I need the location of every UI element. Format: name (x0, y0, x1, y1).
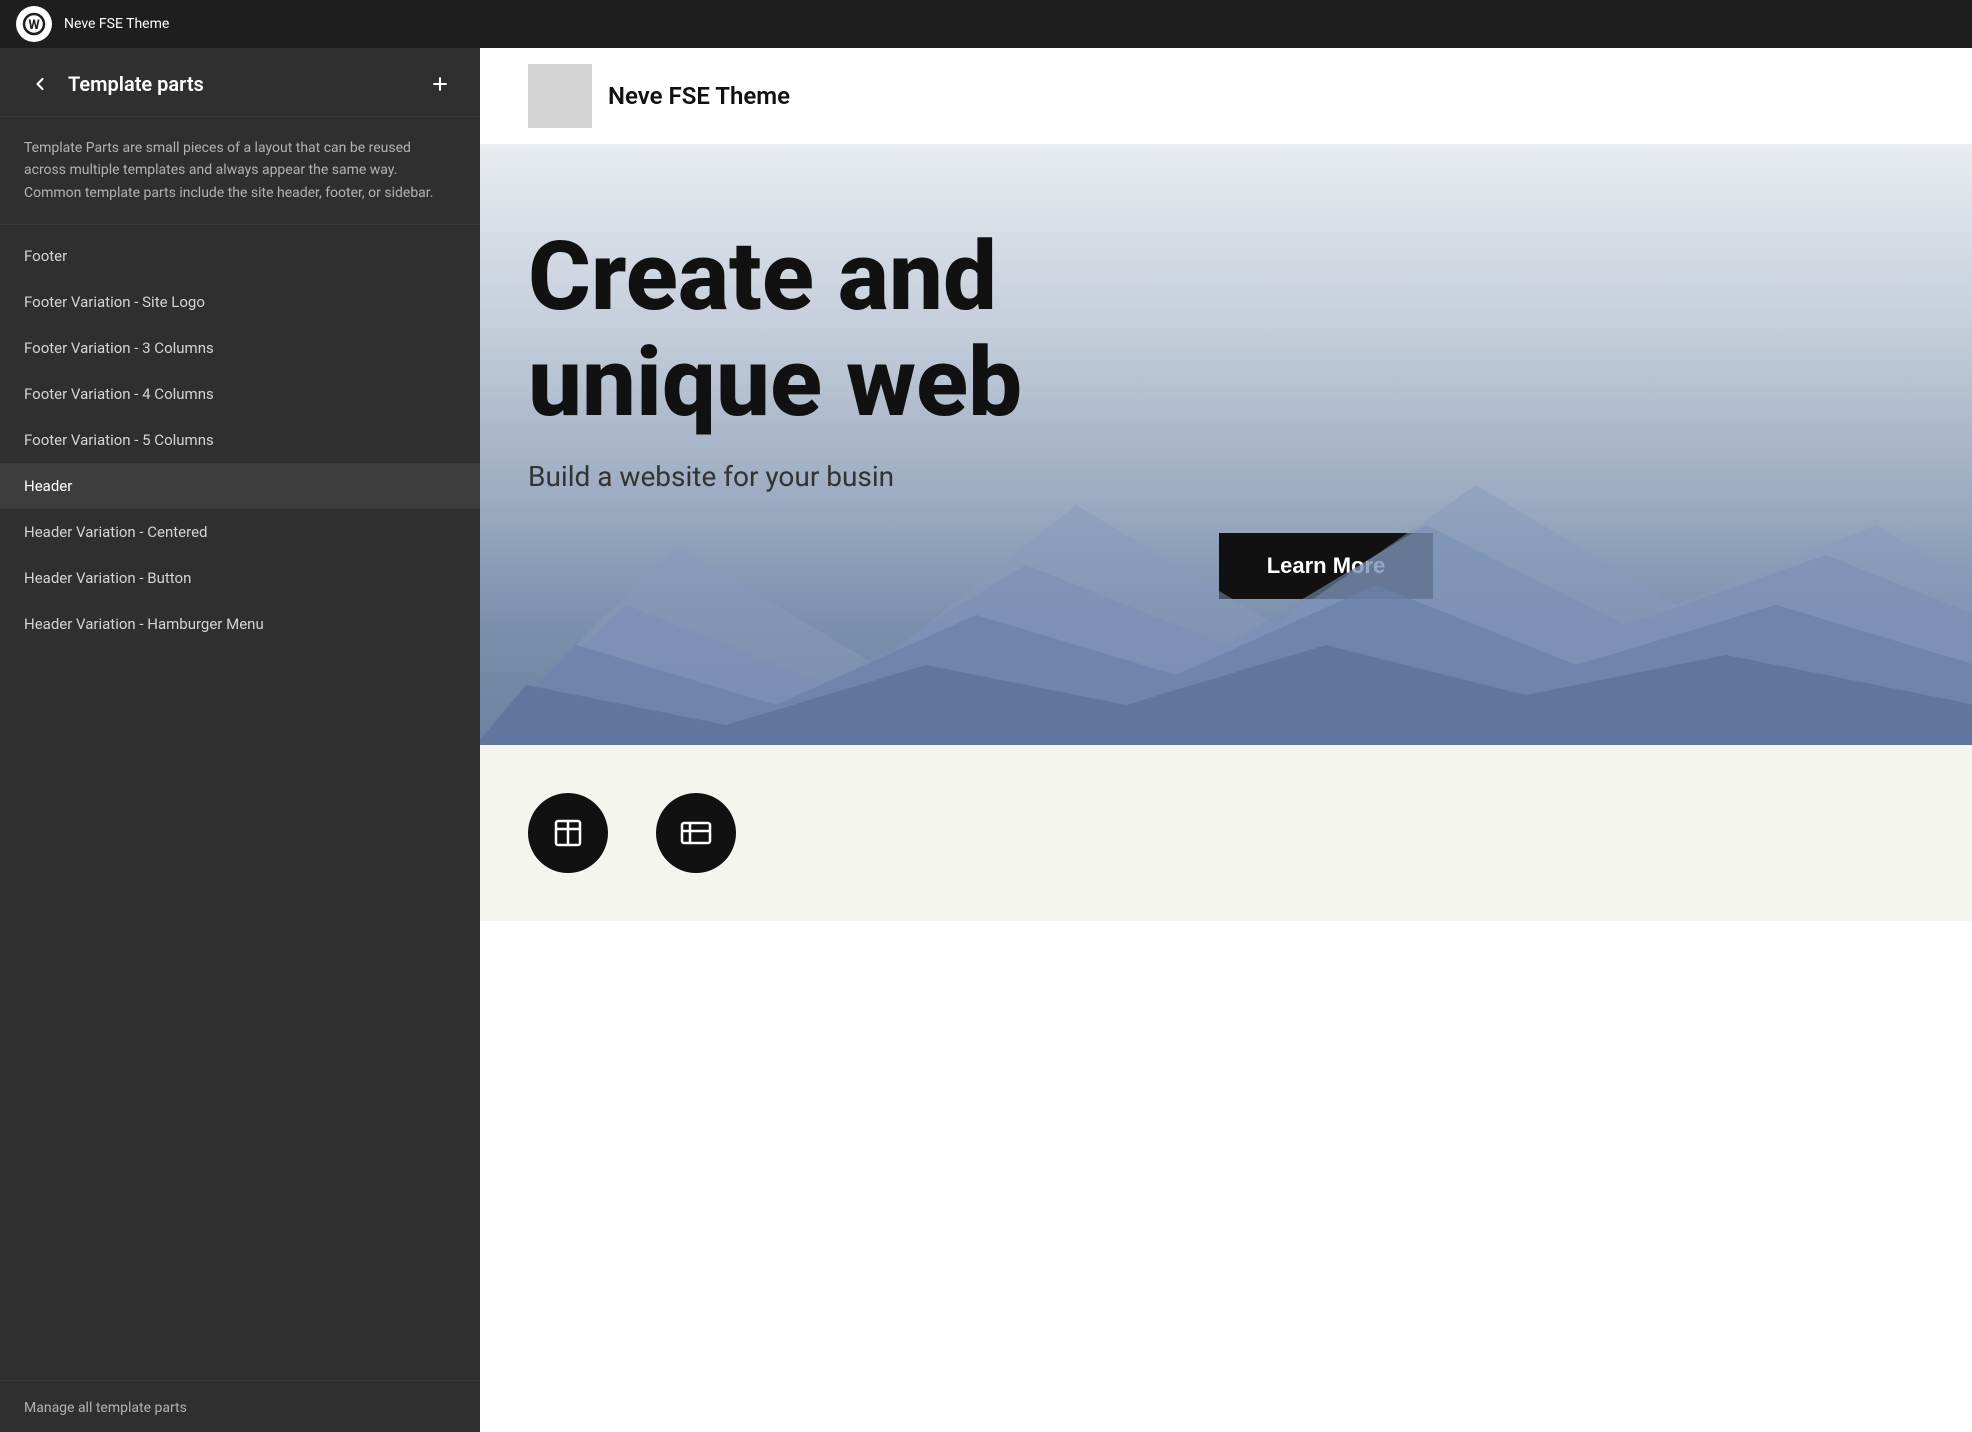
sidebar-item-header-button[interactable]: Header Variation - Button (0, 555, 480, 601)
back-button[interactable] (24, 68, 56, 100)
add-button[interactable] (424, 68, 456, 100)
feature-icon-2 (656, 793, 736, 873)
sidebar-item-footer-5-columns[interactable]: Footer Variation - 5 Columns (0, 417, 480, 463)
site-name: Neve FSE Theme (608, 82, 790, 110)
wordpress-logo: W (16, 6, 52, 42)
preview-area: Neve FSE Theme Create and unique web Bui… (480, 48, 1972, 1432)
sidebar-item-header-hamburger[interactable]: Header Variation - Hamburger Menu (0, 601, 480, 647)
top-bar: W Neve FSE Theme (0, 0, 1972, 48)
manage-all-link[interactable]: Manage all template parts (24, 1400, 187, 1416)
sidebar-item-header[interactable]: Header (0, 463, 480, 509)
sidebar-item-footer[interactable]: Footer (0, 233, 480, 279)
sidebar-title: Template parts (68, 72, 204, 96)
sidebar-item-header-centered[interactable]: Header Variation - Centered (0, 509, 480, 555)
sidebar-header-left: Template parts (24, 68, 204, 100)
sidebar-item-footer-4-columns[interactable]: Footer Variation - 4 Columns (0, 371, 480, 417)
svg-text:W: W (28, 18, 40, 33)
sidebar: Template parts Template Parts are small … (0, 48, 480, 1432)
sidebar-header: Template parts (0, 48, 480, 117)
site-header: Neve FSE Theme (480, 48, 1972, 145)
sidebar-item-footer-site-logo[interactable]: Footer Variation - Site Logo (0, 279, 480, 325)
main-content: Neve FSE Theme Create and unique web Bui… (480, 48, 1972, 1432)
sidebar-description: Template Parts are small pieces of a lay… (0, 117, 480, 225)
top-bar-title: Neve FSE Theme (64, 16, 169, 32)
feature-icon-1 (528, 793, 608, 873)
hero-section: Create and unique web Build a website fo… (480, 145, 1972, 745)
site-logo (528, 64, 592, 128)
mountain-illustration (480, 465, 1972, 745)
below-hero-section (480, 745, 1972, 921)
sidebar-footer: Manage all template parts (0, 1380, 480, 1432)
hero-title: Create and unique web (528, 225, 1924, 436)
sidebar-item-footer-3-columns[interactable]: Footer Variation - 3 Columns (0, 325, 480, 371)
sidebar-list: FooterFooter Variation - Site LogoFooter… (0, 225, 480, 1380)
